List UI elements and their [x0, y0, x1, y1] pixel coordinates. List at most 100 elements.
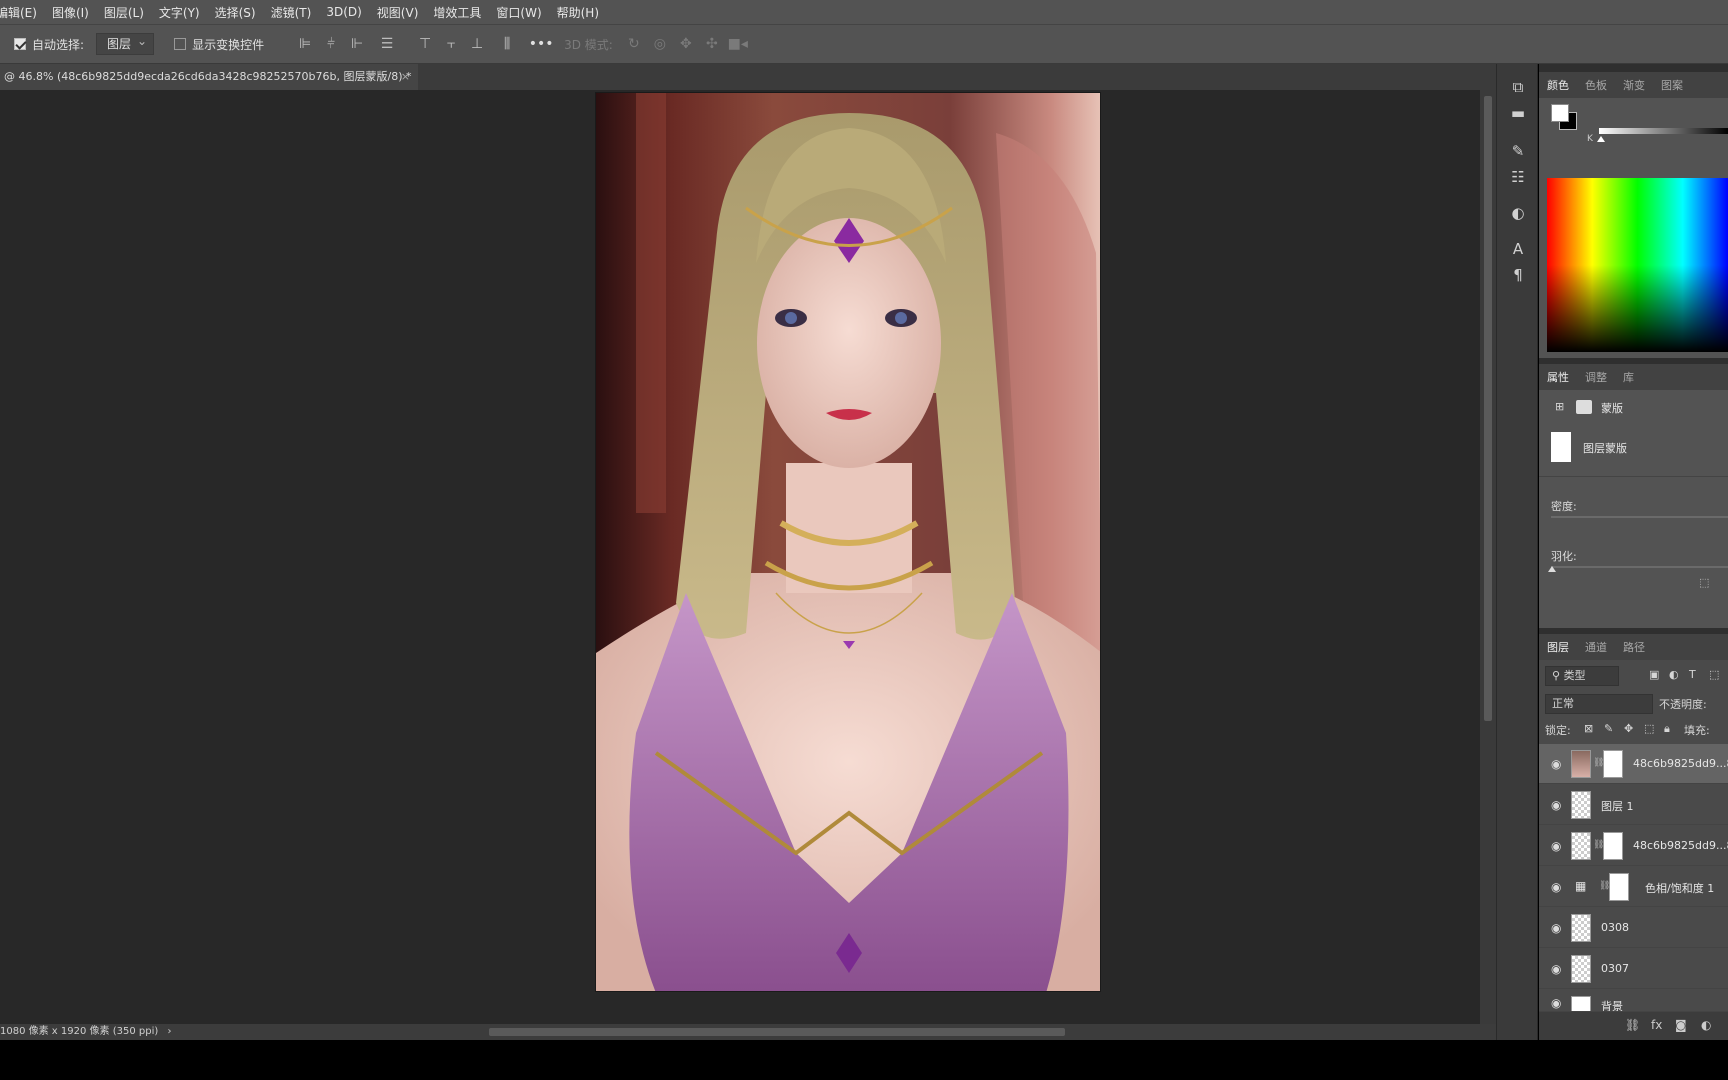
tab-swatches[interactable]: 色板 [1577, 77, 1615, 93]
layer-row[interactable]: ◉ ⛓ 48c6b9825dd9...82 [1539, 826, 1728, 866]
tab-layers[interactable]: 图层 [1539, 639, 1577, 655]
tab-gradients[interactable]: 渐变 [1615, 77, 1653, 93]
layer-name: 0308 [1601, 921, 1629, 934]
menu-edit[interactable]: 编辑(E) [0, 4, 37, 21]
filter-pixel-icon[interactable]: ▣ [1649, 668, 1659, 681]
3d-pan-icon[interactable]: ✥ [673, 32, 699, 56]
close-icon[interactable]: × [401, 64, 410, 90]
lock-transparent-icon[interactable]: ⊠ [1584, 722, 1593, 735]
layer-row[interactable]: ◉ ⛓ 48c6b9825dd9...82 [1539, 744, 1728, 784]
menu-select[interactable]: 选择(S) [215, 4, 256, 21]
tab-adjustments[interactable]: 调整 [1577, 369, 1615, 385]
visibility-eye-icon[interactable]: ◉ [1551, 798, 1561, 812]
layer-mask-thumbnail[interactable] [1603, 832, 1623, 860]
align-right-icon[interactable]: ⊩ [344, 32, 370, 56]
vertical-scroll-thumb[interactable] [1484, 96, 1492, 721]
align-middle-icon[interactable]: ⫟ [438, 32, 464, 56]
align-center-icon[interactable]: ⫩ [318, 32, 344, 56]
vertical-scrollbar[interactable] [1480, 90, 1496, 1024]
k-slider-handle[interactable] [1597, 136, 1605, 142]
canvas-workspace[interactable] [0, 90, 1480, 1024]
layer-row[interactable]: ◉ 图层 1 [1539, 785, 1728, 825]
new-adjustment-icon[interactable]: ◐ [1701, 1018, 1711, 1032]
tab-patterns[interactable]: 图案 [1653, 77, 1691, 93]
lock-position-icon[interactable]: ✥ [1624, 722, 1633, 735]
menu-window[interactable]: 窗口(W) [496, 4, 541, 21]
filter-adjustment-icon[interactable]: ◐ [1669, 668, 1679, 681]
fx-icon[interactable]: fx [1651, 1018, 1662, 1032]
align-left-icon[interactable]: ⊫ [292, 32, 318, 56]
pixel-mask-icon[interactable]: ⊞ [1555, 400, 1564, 413]
density-slider[interactable] [1551, 516, 1728, 518]
3d-orbit-icon[interactable]: ↻ [621, 32, 647, 56]
vector-mask-icon[interactable] [1576, 400, 1592, 414]
show-transform-checkbox[interactable] [174, 38, 187, 50]
tab-channels[interactable]: 通道 [1577, 639, 1615, 655]
brush-settings-icon[interactable]: ✎ [1506, 140, 1530, 162]
history-icon[interactable]: ⧉ [1506, 76, 1530, 98]
tab-paths[interactable]: 路径 [1615, 639, 1653, 655]
character-icon[interactable]: A [1506, 238, 1530, 260]
menu-image[interactable]: 图像(I) [52, 4, 89, 21]
status-menu-arrow[interactable]: › [167, 1026, 171, 1037]
canvas-image[interactable] [595, 92, 1101, 992]
lock-brush-icon[interactable]: ✎ [1604, 722, 1613, 735]
color-spectrum[interactable] [1547, 178, 1728, 352]
foreground-color-swatch[interactable] [1551, 104, 1569, 122]
filter-type-icon[interactable]: T [1689, 668, 1696, 681]
menu-3d[interactable]: 3D(D) [326, 5, 361, 19]
k-slider[interactable] [1599, 128, 1728, 134]
layer-row[interactable]: ◉ 0307 [1539, 949, 1728, 989]
layer-thumbnail [1571, 914, 1591, 942]
visibility-eye-icon[interactable]: ◉ [1551, 921, 1561, 935]
comments-icon[interactable]: ▬ [1506, 102, 1530, 124]
tab-libraries[interactable]: 库 [1615, 369, 1642, 385]
auto-select-checkbox[interactable] [14, 38, 26, 50]
distribute-icon[interactable]: ☰ [374, 32, 400, 56]
menu-help[interactable]: 帮助(H) [557, 4, 599, 21]
document-tab[interactable]: @ 46.8% (48c6b9825dd9ecda26cd6da3428c982… [0, 64, 418, 90]
align-bottom-icon[interactable]: ⊥ [464, 32, 490, 56]
horizontal-scroll-thumb[interactable] [489, 1028, 1065, 1036]
menu-type[interactable]: 文字(Y) [159, 4, 200, 21]
tab-color[interactable]: 颜色 [1539, 77, 1577, 93]
menu-plugins[interactable]: 增效工具 [433, 4, 481, 21]
auto-select-dropdown[interactable]: 图层 [96, 31, 155, 55]
visibility-eye-icon[interactable]: ◉ [1551, 880, 1561, 894]
lock-all-icon[interactable]: 🔒︎ [1664, 722, 1670, 736]
color-panel-tabs: 颜色 色板 渐变 图案 [1539, 72, 1728, 98]
visibility-eye-icon[interactable]: ◉ [1551, 757, 1561, 771]
layer-row[interactable]: ◉ 0308 [1539, 908, 1728, 948]
layer-row[interactable]: ◉ 背景 [1539, 990, 1728, 1012]
more-options-icon[interactable]: ••• [528, 32, 554, 56]
horizontal-scrollbar[interactable] [185, 1024, 1481, 1040]
3d-roll-icon[interactable]: ◎ [647, 32, 673, 56]
menu-filter[interactable]: 滤镜(T) [271, 4, 312, 21]
align-top-icon[interactable]: ⊤ [412, 32, 438, 56]
layer-filter-dropdown[interactable]: ⚲ 类型 [1545, 666, 1619, 686]
visibility-eye-icon[interactable]: ◉ [1551, 996, 1561, 1010]
lock-artboard-icon[interactable]: ⬚ [1644, 722, 1654, 735]
layer-mask-thumbnail[interactable] [1603, 750, 1623, 778]
blend-mode-dropdown[interactable]: 正常 [1545, 694, 1653, 714]
add-mask-icon[interactable]: ◙ [1675, 1018, 1687, 1032]
clone-source-icon[interactable]: ◐ [1506, 202, 1530, 224]
visibility-eye-icon[interactable]: ◉ [1551, 962, 1561, 976]
adjustments-icon[interactable]: ☷ [1506, 166, 1530, 188]
3d-slide-icon[interactable]: ✣ [699, 32, 725, 56]
layer-mask-thumbnail[interactable] [1609, 873, 1629, 901]
menu-view[interactable]: 视图(V) [377, 4, 419, 21]
filter-shape-icon[interactable]: ⬚ [1709, 668, 1719, 681]
selection-icon[interactable]: ⬚ [1699, 576, 1709, 589]
feather-slider[interactable] [1551, 566, 1728, 568]
tab-properties[interactable]: 属性 [1539, 369, 1577, 385]
feather-slider-handle[interactable] [1548, 566, 1556, 572]
3d-camera-icon[interactable]: ■◂ [725, 32, 751, 56]
layer-name: 48c6b9825dd9...82 [1633, 757, 1728, 770]
layer-row[interactable]: ◉ ▦ ⛓ 色相/饱和度 1 [1539, 867, 1728, 907]
menu-layer[interactable]: 图层(L) [104, 4, 144, 21]
paragraph-icon[interactable]: ¶ [1506, 264, 1530, 286]
visibility-eye-icon[interactable]: ◉ [1551, 839, 1561, 853]
link-layers-icon[interactable]: ⛓ [1625, 1018, 1640, 1032]
distribute-vertical-icon[interactable]: ⫼ [494, 32, 520, 56]
